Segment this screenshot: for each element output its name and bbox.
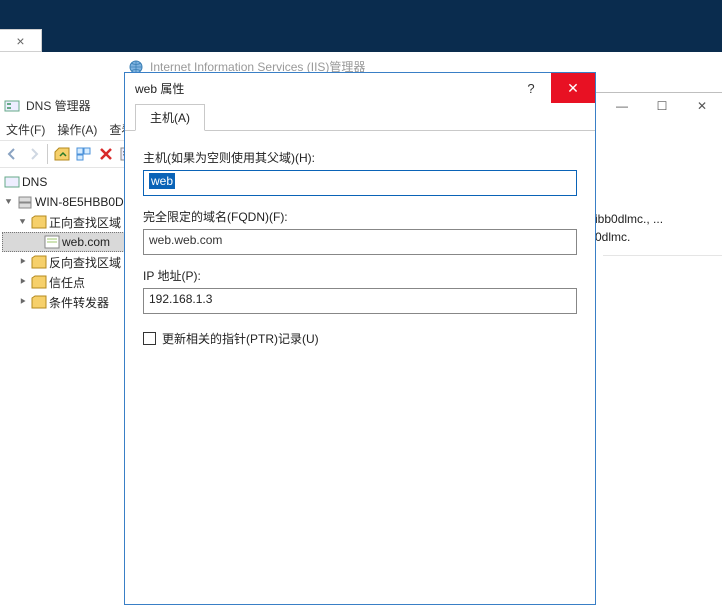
fqdn-label: 完全限定的域名(FQDN)(F):	[143, 208, 577, 225]
folder-icon	[31, 295, 47, 309]
ptr-label: 更新相关的指针(PTR)记录(U)	[162, 330, 319, 347]
menu-action[interactable]: 操作(A)	[51, 119, 103, 140]
app-top-bar: ×	[0, 0, 722, 52]
toolbar-delete-button[interactable]	[96, 143, 116, 165]
close-icon: ✕	[567, 80, 579, 97]
background-window: — ☐ ✕	[595, 92, 722, 605]
bg-content-peek: ibb0dlmc., ... 0dlmc.	[595, 210, 663, 246]
dialog-close-button[interactable]: ✕	[551, 73, 595, 103]
ip-label: IP 地址(P):	[143, 267, 577, 284]
toolbar-properties-button[interactable]	[74, 143, 94, 165]
folder-icon	[31, 215, 47, 229]
menu-file[interactable]: 文件(F)	[0, 119, 51, 140]
tab-host-a[interactable]: 主机(A)	[135, 104, 205, 131]
tree-server-label: WIN-8E5HBB0DL	[35, 195, 130, 209]
server-icon	[17, 195, 33, 209]
bg-peek-line1: ibb0dlmc., ...	[595, 210, 663, 228]
bg-separator	[603, 255, 722, 256]
close-icon: ×	[16, 33, 24, 49]
tree-trust-label: 信任点	[49, 274, 85, 291]
bg-peek-line2: 0dlmc.	[595, 228, 663, 246]
dns-root-icon	[4, 175, 20, 189]
folder-icon	[31, 255, 47, 269]
ptr-checkbox[interactable]	[143, 332, 156, 345]
collapse-icon[interactable]: ⯈	[16, 297, 29, 308]
dialog-title-text: web 属性	[135, 80, 184, 97]
dns-title-text: DNS 管理器	[26, 97, 91, 114]
host-label: 主机(如果为空则使用其父域)(H):	[143, 149, 577, 166]
dialog-titlebar[interactable]: web 属性 ? ✕	[125, 73, 595, 103]
ip-input[interactable]: 192.168.1.3	[143, 288, 577, 314]
panel-close-tab[interactable]: ×	[0, 29, 42, 52]
toolbar-separator	[47, 144, 48, 164]
tree-root-label: DNS	[22, 175, 47, 189]
properties-dialog: web 属性 ? ✕ 主机(A) 主机(如果为空则使用其父域)(H): web …	[124, 72, 596, 605]
folder-icon	[31, 275, 47, 289]
tree-zone-label: web.com	[62, 235, 110, 249]
expand-icon[interactable]: ⯆	[16, 217, 29, 228]
dns-app-icon	[4, 98, 20, 114]
collapse-icon[interactable]: ⯈	[16, 257, 29, 268]
host-value-selected: web	[149, 173, 175, 189]
ptr-checkbox-row[interactable]: 更新相关的指针(PTR)记录(U)	[143, 330, 577, 347]
toolbar-back-button[interactable]	[2, 143, 22, 165]
collapse-icon[interactable]: ⯈	[16, 277, 29, 288]
dialog-help-button[interactable]: ?	[511, 73, 551, 103]
toolbar-forward-button[interactable]	[24, 143, 44, 165]
bg-maximize-button[interactable]: ☐	[642, 93, 682, 119]
dialog-body: 主机(如果为空则使用其父域)(H): web 完全限定的域名(FQDN)(F):…	[125, 131, 595, 365]
tree-rev-label: 反向查找区域	[49, 254, 121, 271]
tree-cond-label: 条件转发器	[49, 294, 109, 311]
expand-icon[interactable]: ⯆	[2, 197, 15, 208]
host-input[interactable]: web	[143, 170, 577, 196]
bg-minimize-button[interactable]: —	[602, 93, 642, 119]
fqdn-display: web.web.com	[143, 229, 577, 255]
toolbar-up-button[interactable]	[52, 143, 72, 165]
bg-close-button[interactable]: ✕	[682, 93, 722, 119]
tree-fwd-label: 正向查找区域	[49, 214, 121, 231]
zone-icon	[44, 235, 60, 249]
dialog-tab-bar: 主机(A)	[125, 103, 595, 131]
